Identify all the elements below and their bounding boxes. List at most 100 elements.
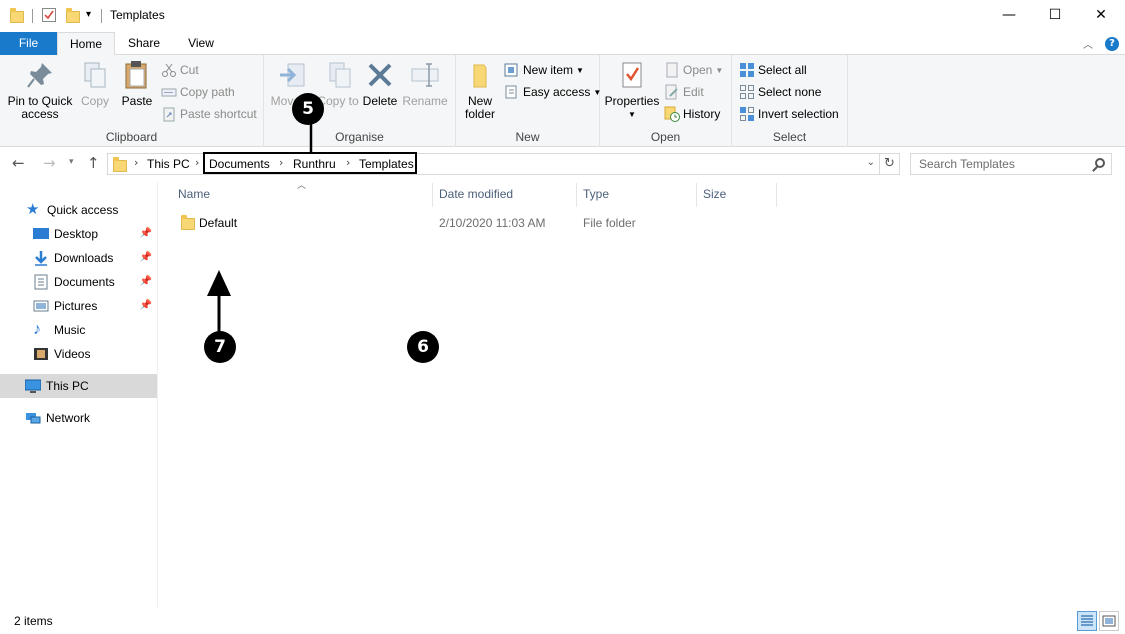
select-none-label: Select none xyxy=(758,85,822,99)
properties-quick-icon[interactable] xyxy=(42,8,56,22)
history-button[interactable]: History xyxy=(664,105,720,123)
search-icon xyxy=(1095,158,1105,168)
maximize-button[interactable]: ☐ xyxy=(1032,0,1078,30)
invert-selection-button[interactable]: Invert selection xyxy=(739,105,839,123)
column-header-date-modified[interactable]: Date modified xyxy=(433,183,577,207)
nav-item-music[interactable]: ♪ Music xyxy=(0,318,157,342)
paste-icon xyxy=(121,59,153,91)
details-view-button[interactable] xyxy=(1077,611,1097,631)
new-item-label: New item xyxy=(523,63,574,77)
ribbon: Pin to Quick access Copy Paste Cut Copy … xyxy=(0,55,1125,147)
copy-to-icon xyxy=(322,59,354,91)
paste-button[interactable]: Paste xyxy=(118,59,156,108)
nav-label-documents: Documents xyxy=(54,275,115,289)
column-header-type[interactable]: Type xyxy=(577,183,697,207)
network-icon xyxy=(25,410,41,426)
delete-button[interactable]: Delete xyxy=(362,59,398,108)
back-arrow-icon[interactable]: ← xyxy=(12,154,25,172)
nav-label-this-pc: This PC xyxy=(46,379,89,393)
pin-icon: 📌 xyxy=(139,252,152,263)
breadcrumb-highlight-box xyxy=(203,152,417,174)
callout-6: 6 xyxy=(407,331,439,363)
callout-7: 7 xyxy=(204,331,236,363)
pin-to-quick-access-button[interactable]: Pin to Quick access xyxy=(4,59,76,121)
refresh-button[interactable]: ↻ xyxy=(880,153,900,175)
edit-button[interactable]: Edit xyxy=(664,83,704,101)
nav-item-quick-access[interactable]: ★ Quick access xyxy=(0,198,157,222)
select-none-icon xyxy=(739,84,755,100)
film-icon xyxy=(33,346,49,362)
new-folder-quick-icon[interactable] xyxy=(66,8,80,23)
properties-dropdown-icon: ▼ xyxy=(628,110,636,119)
nav-item-videos[interactable]: Videos xyxy=(0,342,157,366)
nav-item-this-pc[interactable]: This PC xyxy=(0,374,157,398)
properties-button[interactable]: Properties ▼ xyxy=(604,59,660,121)
easy-access-icon xyxy=(504,84,520,100)
customize-quick-access-icon[interactable]: ▾ xyxy=(86,9,91,20)
tab-view[interactable]: View xyxy=(173,32,229,55)
easy-access-button[interactable]: Easy access ▼ xyxy=(504,83,601,101)
nav-item-network[interactable]: Network xyxy=(0,406,157,430)
nav-item-documents[interactable]: Documents 📌 xyxy=(0,270,157,294)
paste-shortcut-icon xyxy=(161,106,177,122)
paste-shortcut-button[interactable]: Paste shortcut xyxy=(161,105,257,123)
nav-item-pictures[interactable]: Pictures 📌 xyxy=(0,294,157,318)
edit-label: Edit xyxy=(683,85,704,99)
copy-path-button[interactable]: Copy path xyxy=(161,83,235,101)
nav-item-desktop[interactable]: Desktop 📌 xyxy=(0,222,157,246)
breadcrumb-this-pc[interactable]: This PC xyxy=(147,157,190,171)
address-dropdown-icon[interactable]: ⌄ xyxy=(867,157,875,168)
file-row[interactable]: Default 2/10/2020 11:03 AM File folder xyxy=(170,212,770,234)
tab-home[interactable]: Home xyxy=(57,32,115,56)
rename-button[interactable]: Rename xyxy=(402,59,448,108)
title-bar: ▾ Templates — ☐ ✕ xyxy=(0,0,1125,32)
tab-file[interactable]: File xyxy=(0,32,57,55)
open-label: Open xyxy=(683,63,713,77)
column-name-label: Name xyxy=(178,187,211,201)
open-button[interactable]: Open ▼ xyxy=(664,61,723,79)
column-header-size[interactable]: Size xyxy=(697,183,777,207)
search-placeholder: Search Templates xyxy=(919,157,1015,171)
callout-7-arrow xyxy=(207,270,231,334)
file-date-modified: 2/10/2020 11:03 AM xyxy=(439,216,546,230)
copy-icon xyxy=(79,59,111,91)
new-folder-button[interactable]: New folder xyxy=(460,59,500,121)
forward-arrow-icon[interactable]: → xyxy=(43,154,56,172)
copy-to-button[interactable]: Copy to xyxy=(316,59,360,108)
select-none-button[interactable]: Select none xyxy=(739,83,821,101)
chevron-right-icon[interactable]: › xyxy=(195,156,199,169)
ribbon-help-area: ︿ ? xyxy=(1083,36,1119,51)
divider xyxy=(101,9,102,23)
help-icon[interactable]: ? xyxy=(1105,36,1119,51)
pin-icon xyxy=(24,59,56,91)
nav-label-network: Network xyxy=(46,411,91,425)
large-icons-view-button[interactable] xyxy=(1099,611,1119,631)
open-icon xyxy=(664,62,680,78)
select-all-button[interactable]: Select all xyxy=(739,61,807,79)
nav-label-pictures: Pictures xyxy=(54,299,98,313)
new-item-button[interactable]: New item ▼ xyxy=(504,61,584,79)
callout-5-pointer-line xyxy=(309,124,313,154)
tab-share[interactable]: Share xyxy=(115,32,173,55)
search-input[interactable]: Search Templates xyxy=(910,153,1112,175)
details-view-icon xyxy=(1081,615,1093,626)
cut-label: Cut xyxy=(180,63,199,77)
recent-locations-icon[interactable]: ▾ xyxy=(69,157,74,167)
music-note-icon: ♪ xyxy=(33,321,41,338)
chevron-right-icon[interactable]: › xyxy=(134,156,138,169)
nav-item-downloads[interactable]: Downloads 📌 xyxy=(0,246,157,270)
organise-group-label: Organise xyxy=(335,130,384,144)
address-bar-row: ← → ▾ ↑ › This PC › Documents › Runthru … xyxy=(0,148,1125,180)
rename-icon xyxy=(409,59,441,91)
collapse-ribbon-icon[interactable]: ︿ xyxy=(1083,36,1093,51)
new-folder-icon xyxy=(464,59,496,91)
minimize-button[interactable]: — xyxy=(986,0,1032,30)
copy-path-icon xyxy=(161,84,177,100)
copy-button[interactable]: Copy xyxy=(78,59,112,108)
up-arrow-icon[interactable]: ↑ xyxy=(87,154,100,172)
copy-path-label: Copy path xyxy=(180,85,235,99)
close-button[interactable]: ✕ xyxy=(1078,0,1124,30)
pictures-icon xyxy=(33,298,49,314)
open-dropdown-icon: ▼ xyxy=(715,65,724,75)
cut-button[interactable]: Cut xyxy=(161,61,199,79)
